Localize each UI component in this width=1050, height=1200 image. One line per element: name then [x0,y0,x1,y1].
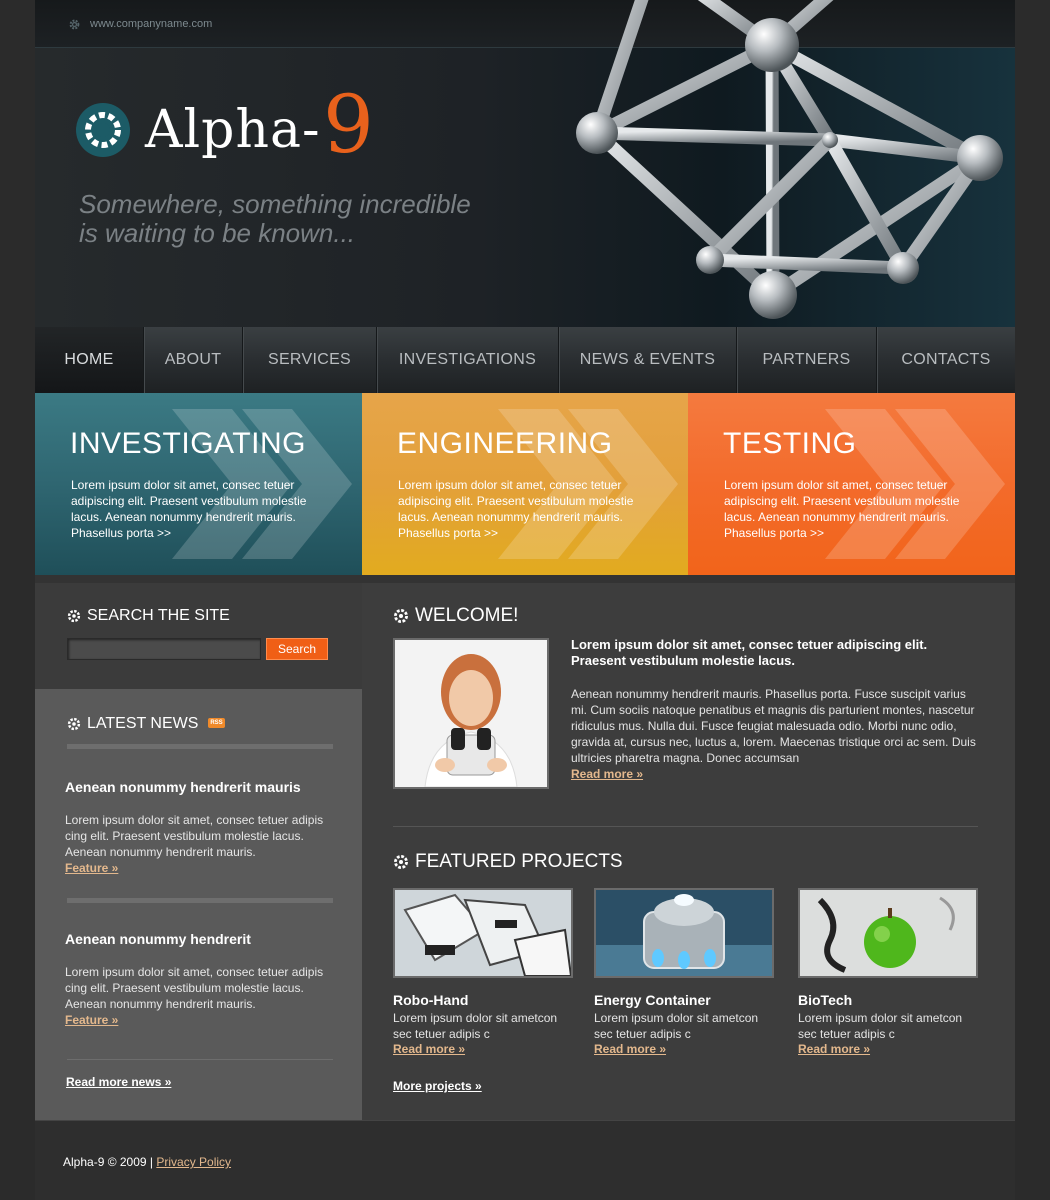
projects-title: FEATURED PROJECTS [415,851,623,872]
feature-engineering[interactable]: ENGINEERING Lorem ipsum dolor sit amet, … [362,393,688,575]
welcome-title: WELCOME! [415,605,519,626]
project-name[interactable]: BioTech [798,992,978,1008]
project-text: Lorem ipsum dolor sit ametcon sec tetuer… [594,1011,759,1041]
project-read-more-link[interactable]: Read more » [798,1042,978,1056]
site-url[interactable]: www.companyname.com [90,18,212,30]
scientist-image [395,640,547,787]
search-button[interactable]: Search [266,638,328,660]
project-text: Lorem ipsum dolor sit ametcon sec tetuer… [798,1011,963,1041]
project-card-biotech[interactable]: BioTech Lorem ipsum dolor sit ametcon se… [798,888,978,1056]
gear-icon [394,609,408,623]
welcome-read-more-link[interactable]: Read more » [571,767,643,781]
news-item-text: Lorem ipsum dolor sit amet, consec tetue… [65,813,324,859]
left-sidebar: SEARCH THE SITE Search LATEST NEWS RSS A… [35,583,362,1120]
nav-investigations[interactable]: INVESTIGATIONS [377,327,559,393]
nav-home[interactable]: HOME [35,327,144,393]
scientist-photo [393,638,549,789]
main-nav: HOME ABOUT SERVICES INVESTIGATIONS NEWS … [35,327,1015,393]
project-thumbnail[interactable] [594,888,774,978]
tagline: Somewhere, something incredible is waiti… [79,190,499,248]
project-name[interactable]: Energy Container [594,992,774,1008]
more-projects-link[interactable]: More projects » [393,1079,482,1093]
search-input[interactable] [67,638,261,660]
search-title: SEARCH THE SITE [87,607,230,624]
divider-bar [67,744,333,749]
nav-about[interactable]: ABOUT [144,327,243,393]
gear-icon [69,19,80,30]
footer-text: Alpha-9 © 2009 | Privacy Policy [63,1155,231,1169]
news-title: LATEST NEWS [87,715,199,732]
logo-text[interactable]: Alpha- [145,100,321,160]
logo-gear-icon[interactable] [75,102,131,158]
nav-partners[interactable]: PARTNERS [737,327,877,393]
project-card-robo-hand[interactable]: Robo-Hand Lorem ipsum dolor sit ametcon … [393,888,573,1056]
news-heading: LATEST NEWS [67,715,198,733]
tagline-line-1: Somewhere, something incredible [79,189,471,219]
divider-line [393,826,978,827]
project-thumbnail[interactable] [393,888,573,978]
welcome-heading: WELCOME! [393,605,518,627]
news-item-text: Lorem ipsum dolor sit amet, consec tetue… [65,965,324,1011]
projects-heading: FEATURED PROJECTS [393,851,623,873]
biotech-apple-image [800,890,976,976]
rss-icon[interactable]: RSS [208,718,225,728]
energy-container-image [596,890,772,976]
gear-icon [67,717,81,731]
welcome-lead: Lorem ipsum dolor sit amet, consec tetue… [571,637,928,668]
feature-investigating[interactable]: INVESTIGATING Lorem ipsum dolor sit amet… [35,393,362,575]
page-wrapper: www.companyname.com Alpha- 9 Somewhere, … [35,0,1015,1200]
search-section: SEARCH THE SITE Search [35,583,362,689]
feature-text: Lorem ipsum dolor sit amet, consec tetue… [724,478,960,540]
divider-bar [67,898,333,903]
nav-services[interactable]: SERVICES [243,327,377,393]
feature-text: Lorem ipsum dolor sit amet, consec tetue… [71,478,307,540]
copyright: Alpha-9 © 2009 | [63,1155,157,1169]
divider-line [67,1059,333,1060]
news-item-title[interactable]: Aenean nonummy hendrerit mauris [65,779,355,795]
project-card-energy-container[interactable]: Energy Container Lorem ipsum dolor sit a… [594,888,774,1056]
molecule-illustration [576,0,1003,319]
feature-text: Lorem ipsum dolor sit amet, consec tetue… [398,478,634,540]
main-content: WELCOME! Lorem ipsum dolor sit amet, con… [362,583,1015,1120]
footer: Alpha-9 © 2009 | Privacy Policy [35,1120,1015,1200]
project-read-more-link[interactable]: Read more » [594,1042,774,1056]
project-text: Lorem ipsum dolor sit ametcon sec tetuer… [393,1011,558,1041]
tagline-line-2: is waiting to be known... [79,218,356,248]
feature-title: TESTING [723,427,857,460]
nav-contacts[interactable]: CONTACTS [877,327,1015,393]
project-read-more-link[interactable]: Read more » [393,1042,573,1056]
gear-icon [394,855,408,869]
news-item-link[interactable]: Feature » [65,861,118,875]
search-heading: SEARCH THE SITE [67,607,230,625]
project-thumbnail[interactable] [798,888,978,978]
project-name[interactable]: Robo-Hand [393,992,573,1008]
read-more-news-link[interactable]: Read more news » [66,1075,171,1089]
gear-icon [67,609,81,623]
news-item-title[interactable]: Aenean nonummy hendrerit [65,931,355,947]
robo-hand-image [395,890,571,976]
privacy-policy-link[interactable]: Privacy Policy [156,1155,231,1169]
nav-news-events[interactable]: NEWS & EVENTS [559,327,737,393]
feature-title: INVESTIGATING [70,427,306,460]
logo-number[interactable]: 9 [323,78,374,171]
feature-testing[interactable]: TESTING Lorem ipsum dolor sit amet, cons… [688,393,1015,575]
news-item-link[interactable]: Feature » [65,1013,118,1027]
feature-title: ENGINEERING [397,427,613,460]
welcome-body: Aenean nonummy hendrerit mauris. Phasell… [571,687,976,765]
header: www.companyname.com Alpha- 9 Somewhere, … [35,0,1015,327]
